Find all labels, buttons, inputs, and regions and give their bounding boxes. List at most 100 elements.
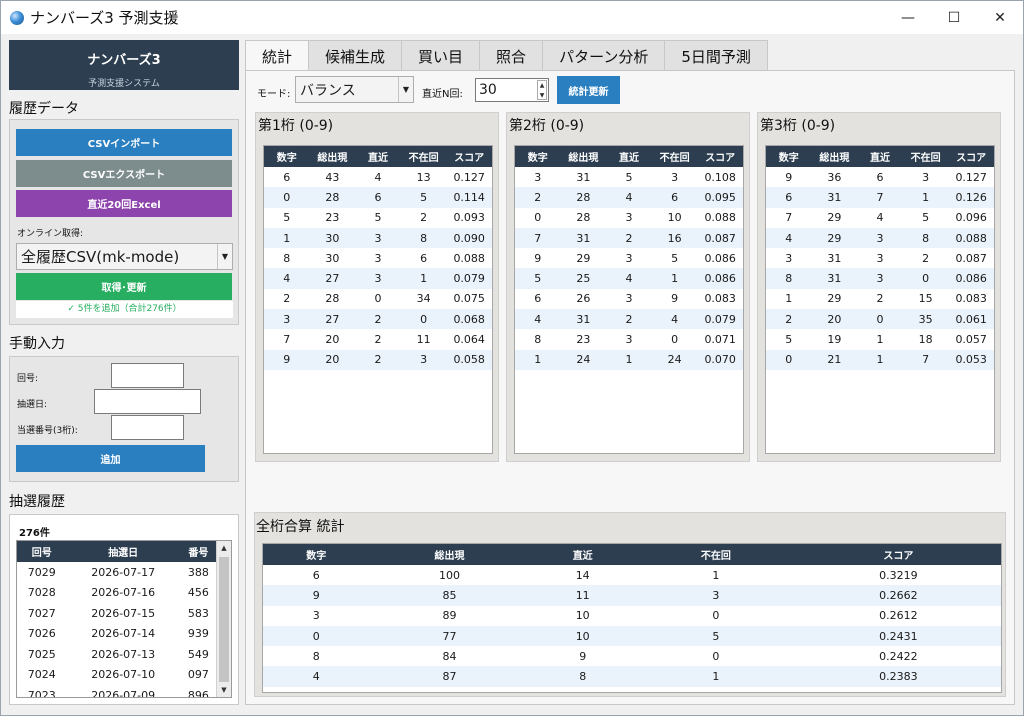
col-date[interactable]: 抽選日: [66, 541, 180, 562]
stat-col-header[interactable]: 直近: [355, 146, 401, 167]
table-row[interactable]: 1 30 3 8 0.090: [264, 227, 492, 249]
stat-cell: 24: [651, 349, 698, 370]
table-row[interactable]: 6 31 7 1 0.126: [766, 187, 994, 208]
recent-n-spinner[interactable]: 30 ▲ ▼: [475, 78, 549, 102]
stat-col-header[interactable]: 不在回: [651, 146, 698, 167]
table-row[interactable]: 9 36 6 3 0.127: [766, 167, 994, 187]
number-input[interactable]: [111, 415, 184, 440]
table-row[interactable]: 7 20 2 11 0.064: [264, 329, 492, 349]
table-row[interactable]: 3 89 10 0 0.2612: [263, 606, 1001, 626]
tab-1[interactable]: 候補生成: [308, 40, 403, 71]
table-row[interactable]: 9 29 3 5 0.086: [515, 248, 743, 268]
csv-import-button[interactable]: CSVインポート: [16, 129, 232, 156]
table-row[interactable]: 7028 2026-07-16 456: [17, 583, 217, 604]
stat-col-header[interactable]: 総出現: [560, 146, 607, 167]
stat-col-header[interactable]: 不在回: [902, 146, 949, 167]
stat-col-header[interactable]: 数字: [264, 146, 310, 167]
table-row[interactable]: 3 31 3 2 0.087: [766, 248, 994, 268]
tab-3[interactable]: 照合: [479, 40, 544, 71]
fetch-update-button[interactable]: 取得･更新: [16, 273, 232, 300]
table-row[interactable]: 5 25 4 1 0.086: [515, 268, 743, 289]
table-row[interactable]: 4 27 3 1 0.079: [264, 268, 492, 289]
table-row[interactable]: 7 31 2 16 0.087: [515, 227, 743, 249]
table-row[interactable]: 6 26 3 9 0.083: [515, 289, 743, 309]
digit-1-grid[interactable]: 数字 総出現 直近 不在回 スコア 6 43 4 13 0.127 0 28 6 5 0.114 5 23 5 2 0…: [263, 145, 493, 454]
table-row[interactable]: 7024 2026-07-10 097: [17, 665, 217, 686]
total-col-header[interactable]: 不在回: [635, 544, 796, 565]
stat-col-header[interactable]: 総出現: [811, 146, 858, 167]
stat-col-header[interactable]: 総出現: [309, 146, 356, 167]
close-button[interactable]: ✕: [977, 1, 1023, 34]
table-row[interactable]: 7027 2026-07-15 583: [17, 603, 217, 624]
total-col-header[interactable]: 直近: [529, 544, 636, 565]
digit-2-grid[interactable]: 数字 総出現 直近 不在回 スコア 3 31 5 3 0.108 2 28 4 6 0.095 0 28 3 10 0…: [514, 145, 744, 454]
table-row[interactable]: 9 20 2 3 0.058: [264, 349, 492, 370]
table-row[interactable]: 8 30 3 6 0.088: [264, 248, 492, 268]
refresh-stats-button[interactable]: 統計更新: [557, 76, 620, 104]
stat-col-header[interactable]: スコア: [446, 146, 492, 167]
table-row[interactable]: 3 27 2 0 0.068: [264, 309, 492, 330]
table-row[interactable]: 0 21 1 7 0.053: [766, 349, 994, 370]
table-row[interactable]: 7029 2026-07-17 388: [17, 562, 217, 583]
stat-col-header[interactable]: 数字: [766, 146, 812, 167]
digit-3-grid[interactable]: 数字 総出現 直近 不在回 スコア 9 36 6 3 0.127 6 31 7 1 0.126 7 29 4 5 0.…: [765, 145, 995, 454]
table-row[interactable]: 2 20 0 35 0.061: [766, 309, 994, 330]
stat-col-header[interactable]: 直近: [606, 146, 652, 167]
table-row[interactable]: 0 28 3 10 0.088: [515, 208, 743, 228]
date-input[interactable]: [94, 389, 201, 414]
tab-5[interactable]: 5日間予測: [664, 40, 768, 71]
table-row[interactable]: 7023 2026-07-09 896: [17, 685, 217, 697]
mode-select[interactable]: バランス ▼: [295, 76, 414, 103]
history-cell: 456: [187, 586, 209, 600]
table-row[interactable]: 9 85 11 3 0.2662: [263, 585, 1001, 606]
scroll-down-icon[interactable]: ▼: [217, 683, 231, 697]
table-row[interactable]: 0 28 6 5 0.114: [264, 187, 492, 208]
stat-col-header[interactable]: スコア: [948, 146, 994, 167]
table-row[interactable]: 5 19 1 18 0.057: [766, 329, 994, 349]
stat-col-header[interactable]: スコア: [697, 146, 743, 167]
scroll-thumb[interactable]: [219, 557, 229, 682]
table-row[interactable]: 5 23 5 2 0.093: [264, 208, 492, 228]
csv-export-button[interactable]: CSVエクスポート: [16, 160, 232, 187]
spin-arrows-icon[interactable]: ▲ ▼: [537, 80, 547, 100]
table-row[interactable]: 0 77 10 5 0.2431: [263, 625, 1001, 647]
total-stats-grid[interactable]: 数字 総出現 直近 不在回 スコア 6 100 14 1 0.3219 9 85 11 3 0.2662 3…: [262, 543, 1002, 693]
table-row[interactable]: 4 29 3 8 0.088: [766, 227, 994, 249]
maximize-button[interactable]: ☐: [931, 1, 977, 34]
stat-col-header[interactable]: 不在回: [400, 146, 447, 167]
online-source-select[interactable]: 全履歴CSV(mk-mode) ▼: [16, 243, 233, 270]
table-row[interactable]: 6 43 4 13 0.127: [264, 167, 492, 187]
total-stats-rows: 6 100 14 1 0.3219 9 85 11 3 0.2662 3 89 10 0 0.2612 0 77…: [263, 565, 1001, 687]
draw-history-list[interactable]: 回号 抽選日 番号 7029 2026-07-17 388 7028 2026-07-1…: [16, 540, 232, 698]
table-row[interactable]: 8 31 3 0 0.086: [766, 268, 994, 289]
recent-excel-button[interactable]: 直近20回Excel: [16, 190, 232, 217]
total-col-header[interactable]: スコア: [795, 544, 1001, 565]
table-row[interactable]: 3 31 5 3 0.108: [515, 167, 743, 187]
col-round[interactable]: 回号: [17, 541, 67, 562]
table-row[interactable]: 8 23 3 0 0.071: [515, 329, 743, 349]
tab-2[interactable]: 買い目: [401, 40, 481, 71]
round-input[interactable]: [111, 363, 184, 388]
table-row[interactable]: 6 100 14 1 0.3219: [263, 565, 1001, 585]
table-row[interactable]: 2 28 0 34 0.075: [264, 289, 492, 309]
minimize-button[interactable]: —: [885, 1, 931, 34]
total-col-header[interactable]: 数字: [263, 544, 370, 565]
table-row[interactable]: 1 29 2 15 0.083: [766, 289, 994, 309]
add-button[interactable]: 追加: [16, 445, 205, 472]
scroll-up-icon[interactable]: ▲: [217, 541, 231, 555]
total-col-header[interactable]: 総出現: [369, 544, 530, 565]
table-row[interactable]: 2 28 4 6 0.095: [515, 187, 743, 208]
tab-0[interactable]: 統計: [245, 40, 310, 71]
stat-col-header[interactable]: 数字: [515, 146, 561, 167]
table-row[interactable]: 7025 2026-07-13 549: [17, 644, 217, 665]
col-number[interactable]: 番号: [179, 541, 217, 562]
table-row[interactable]: 7 29 4 5 0.096: [766, 208, 994, 228]
stat-col-header[interactable]: 直近: [857, 146, 903, 167]
table-row[interactable]: 7026 2026-07-14 939: [17, 624, 217, 645]
tab-4[interactable]: パターン分析: [542, 40, 666, 71]
table-row[interactable]: 4 31 2 4 0.079: [515, 309, 743, 330]
table-row[interactable]: 8 84 9 0 0.2422: [263, 646, 1001, 666]
table-row[interactable]: 4 87 8 1 0.2383: [263, 666, 1001, 687]
history-scrollbar[interactable]: ▲ ▼: [216, 541, 231, 697]
table-row[interactable]: 1 24 1 24 0.070: [515, 349, 743, 370]
